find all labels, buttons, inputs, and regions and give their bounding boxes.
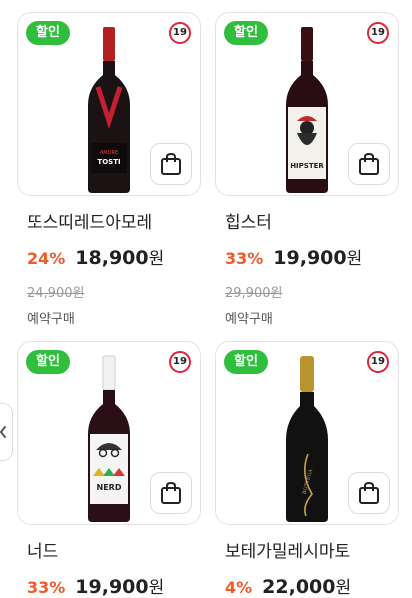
sale-price: 19,900 <box>273 247 347 269</box>
price-row: 4% 22,000원 <box>225 573 351 598</box>
label-top-text: AMORE <box>100 150 118 156</box>
shopping-bag-icon <box>359 152 379 175</box>
age-restriction-badge: 19 <box>367 22 389 44</box>
shopping-bag-icon <box>161 152 181 175</box>
product-name[interactable]: 힙스터 <box>225 208 272 233</box>
original-price: 24,900원 <box>27 286 85 301</box>
currency-unit: 원 <box>148 249 165 269</box>
age-restriction-badge: 19 <box>169 22 191 44</box>
sale-badge: 할인 <box>26 350 70 374</box>
price-row: 24% 18,900원 <box>27 244 164 269</box>
price-row: 33% 19,900원 <box>27 573 164 598</box>
discount-rate: 33% <box>225 249 264 268</box>
preorder-label: 예약구매 <box>225 312 273 327</box>
discount-rate: 24% <box>27 249 66 268</box>
sale-price: 18,900 <box>75 247 149 269</box>
add-to-cart-button[interactable] <box>150 472 192 514</box>
shopping-bag-icon <box>359 481 379 504</box>
currency-unit: 원 <box>346 249 363 269</box>
sale-badge: 할인 <box>26 21 70 45</box>
wine-bottle-image: HIPSTER <box>286 27 328 193</box>
product-image[interactable]: BOTTEGA 할인 19 <box>215 341 399 525</box>
shopping-bag-icon <box>161 481 181 504</box>
product-name[interactable]: 너드 <box>27 537 58 562</box>
sale-badge: 할인 <box>224 350 268 374</box>
sale-badge: 할인 <box>224 21 268 45</box>
add-to-cart-button[interactable] <box>348 472 390 514</box>
sale-price: 19,900 <box>75 576 149 598</box>
scroll-left-button[interactable] <box>0 403 13 461</box>
label-main-text: TOSTI <box>97 158 120 166</box>
sparkling-wine-bottle-image: BOTTEGA <box>286 356 328 522</box>
product-name[interactable]: 또스띠레드아모레 <box>27 208 152 233</box>
product-image[interactable]: NERD 할인 19 <box>17 341 201 525</box>
price-row: 33% 19,900원 <box>225 244 362 269</box>
add-to-cart-button[interactable] <box>348 143 390 185</box>
currency-unit: 원 <box>148 578 165 598</box>
currency-unit: 원 <box>335 578 352 598</box>
preorder-label: 예약구매 <box>27 312 75 327</box>
discount-rate: 33% <box>27 578 66 597</box>
age-restriction-badge: 19 <box>367 351 389 373</box>
add-to-cart-button[interactable] <box>150 143 192 185</box>
wine-bottle-image: AMORE TOSTI <box>88 27 130 193</box>
product-image[interactable]: HIPSTER 할인 19 <box>215 12 399 196</box>
product-image[interactable]: AMORE TOSTI 할인 19 <box>17 12 201 196</box>
age-restriction-badge: 19 <box>169 351 191 373</box>
sale-price: 22,000 <box>262 576 336 598</box>
original-price: 29,900원 <box>225 286 283 301</box>
chevron-left-icon <box>0 426 6 438</box>
product-name[interactable]: 보테가밀레시마토 <box>225 537 350 562</box>
discount-rate: 4% <box>225 578 253 597</box>
label-main-text: NERD <box>97 483 122 492</box>
wine-bottle-image: NERD <box>88 355 130 522</box>
label-main-text: HIPSTER <box>290 162 324 170</box>
